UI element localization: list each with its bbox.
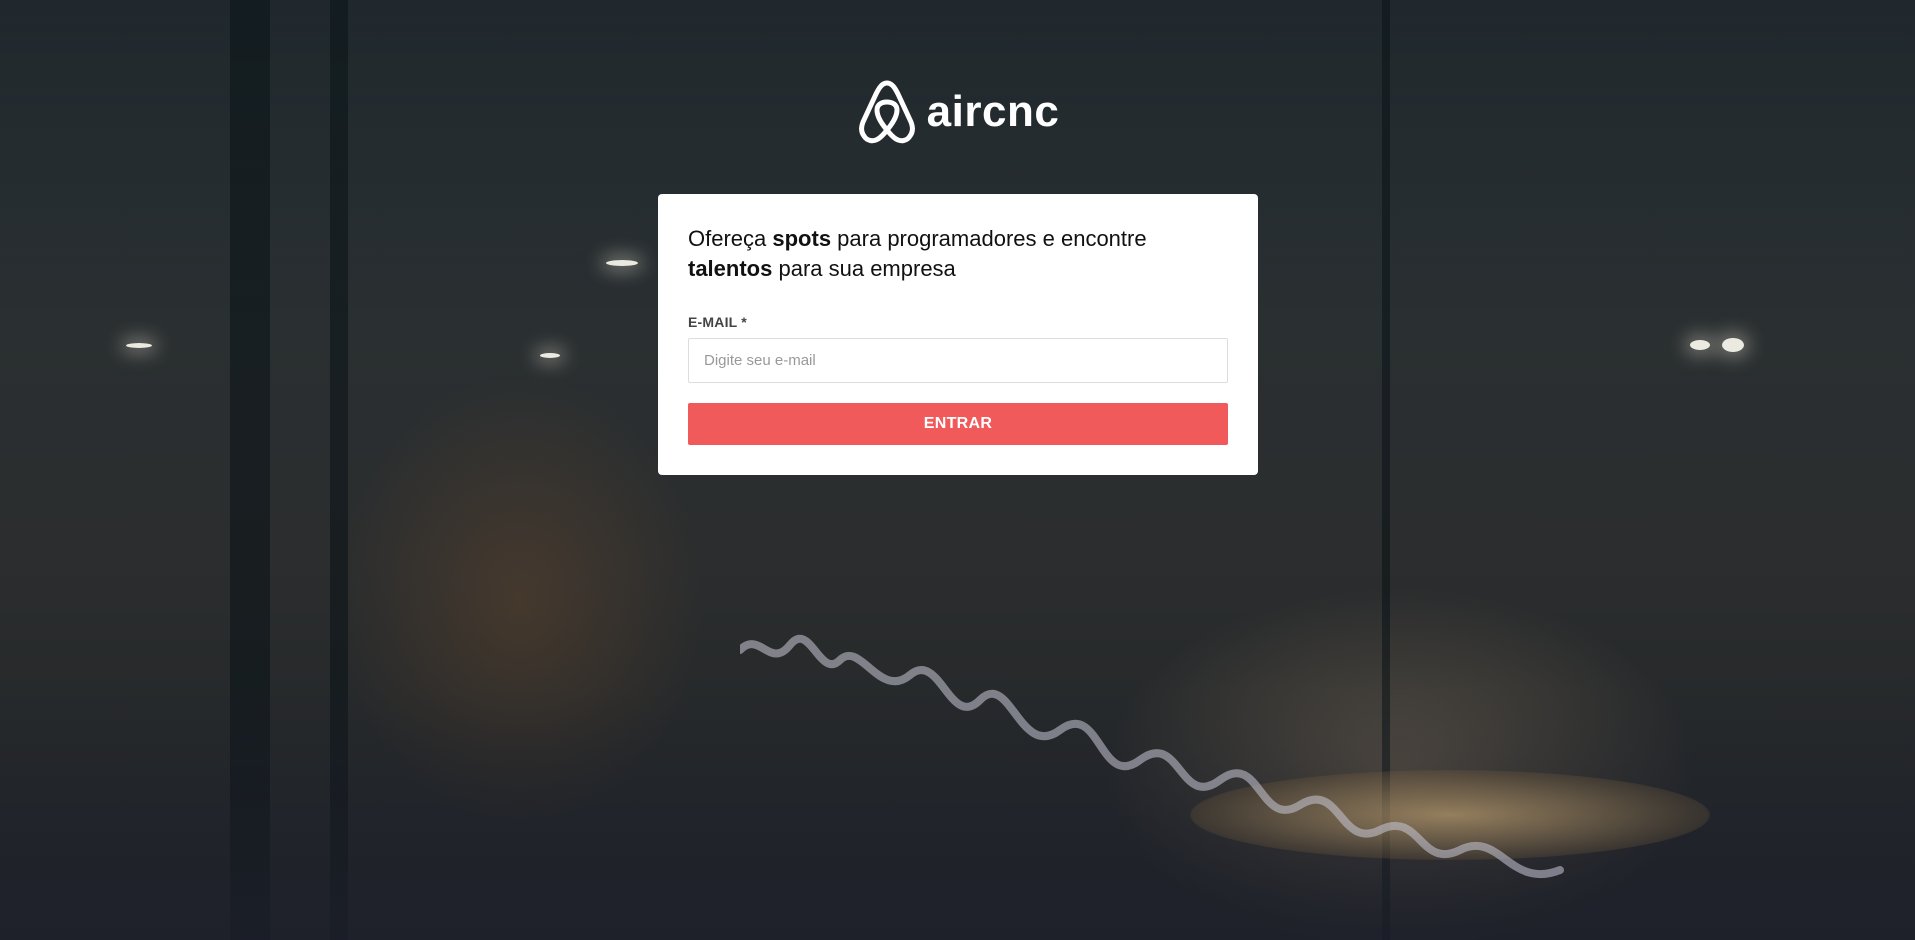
airbnb-belo-icon bbox=[858, 80, 915, 144]
logo-wordmark: aircnc bbox=[926, 87, 1060, 136]
headline-bold-talentos: talentos bbox=[688, 256, 773, 281]
background-lamp bbox=[1690, 340, 1710, 350]
background-lamp bbox=[1722, 338, 1744, 352]
background-lamp bbox=[606, 260, 638, 266]
submit-button[interactable]: ENTRAR bbox=[688, 403, 1228, 445]
app-logo: aircnc bbox=[658, 76, 1258, 148]
background-wave-decoration bbox=[740, 634, 1564, 879]
headline-text: para sua empresa bbox=[772, 256, 956, 281]
card-headline: Ofereça spots para programadores e encon… bbox=[688, 224, 1228, 284]
email-input[interactable] bbox=[688, 338, 1228, 383]
login-container: aircnc Ofereça spots para programadores … bbox=[658, 76, 1258, 475]
email-label: E-MAIL * bbox=[688, 314, 747, 330]
login-card: Ofereça spots para programadores e encon… bbox=[658, 194, 1258, 475]
background-lamp bbox=[540, 353, 560, 358]
headline-bold-spots: spots bbox=[772, 226, 832, 251]
background-lamp bbox=[126, 343, 152, 348]
headline-text: para programadores e encontre bbox=[831, 226, 1147, 251]
headline-text: Ofereça bbox=[688, 226, 773, 251]
